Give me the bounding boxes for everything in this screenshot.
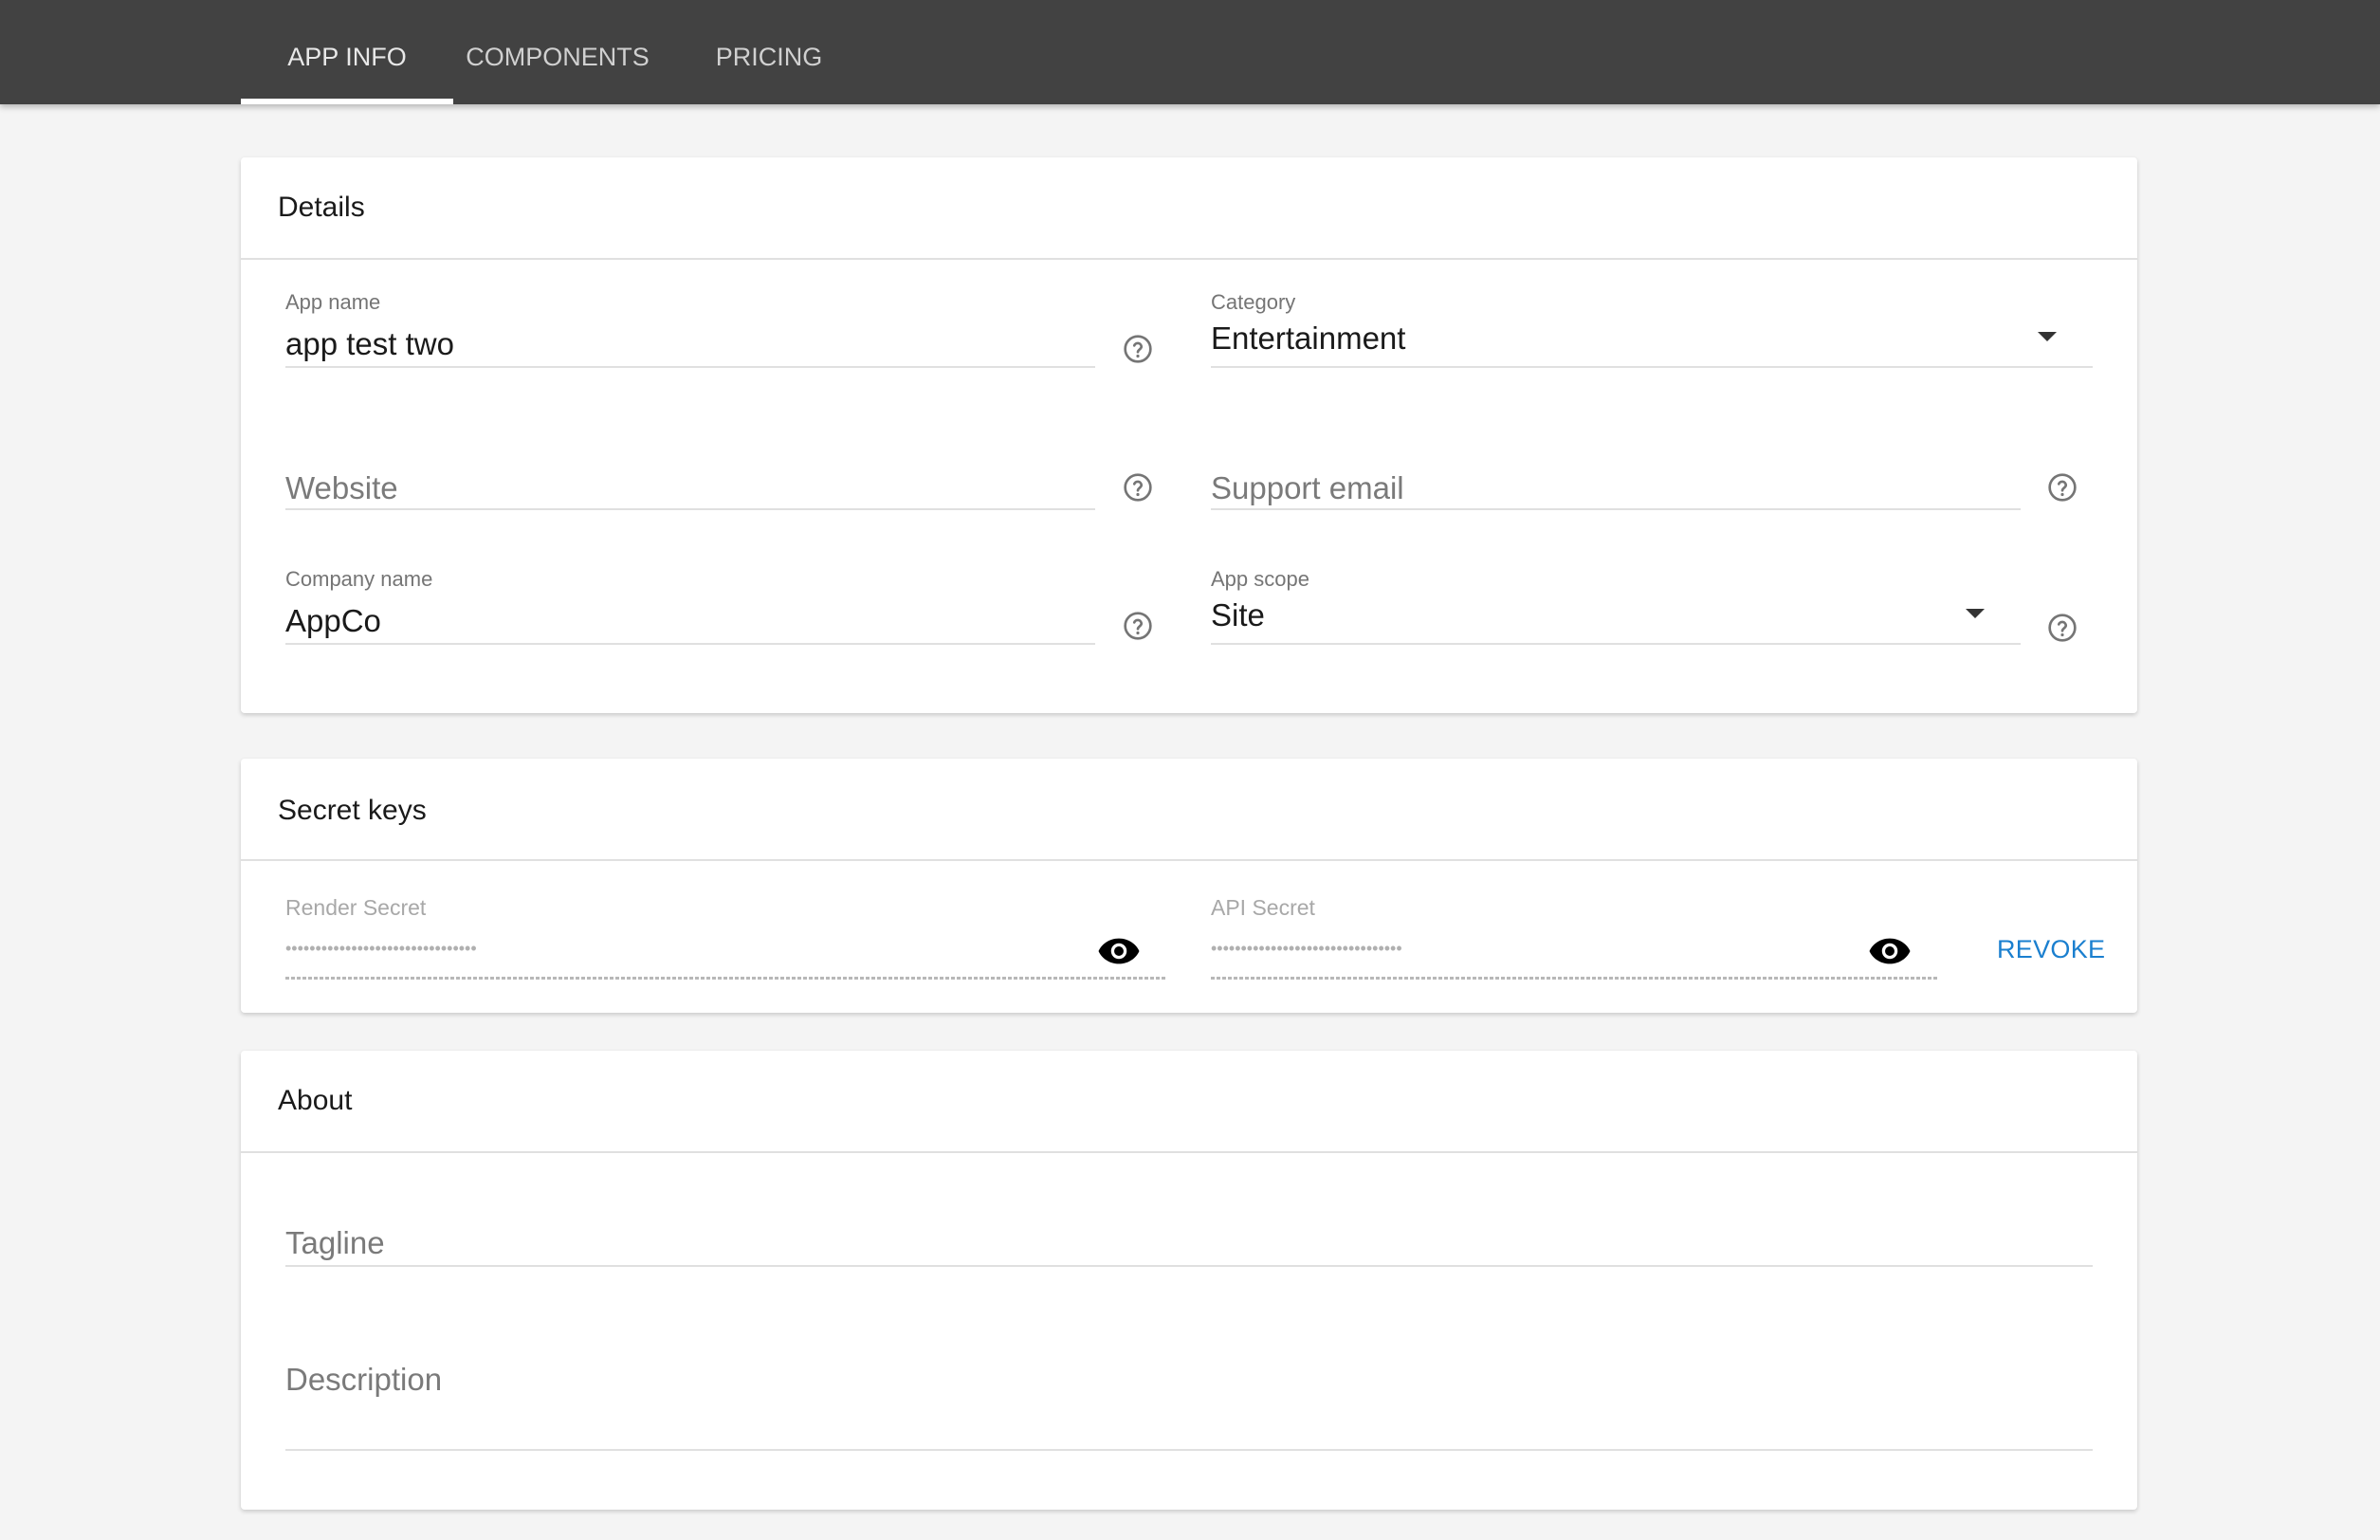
tagline-input[interactable]: Tagline bbox=[285, 1225, 385, 1261]
help-circle-icon[interactable] bbox=[1123, 334, 1153, 364]
company-name-underline bbox=[285, 643, 1095, 645]
tab-app-info[interactable]: APP INFO bbox=[241, 0, 453, 104]
render-secret-underline bbox=[285, 977, 1167, 980]
api-secret-label: API Secret bbox=[1211, 895, 1315, 920]
card-divider bbox=[241, 1151, 2137, 1153]
support-email-input[interactable]: Support email bbox=[1211, 470, 1404, 506]
website-input[interactable]: Website bbox=[285, 470, 398, 506]
app-name-underline bbox=[285, 366, 1095, 368]
app-name-label: App name bbox=[285, 290, 381, 314]
category-value: Entertainment bbox=[1211, 321, 1406, 356]
tagline-field[interactable]: Tagline bbox=[285, 1225, 2093, 1282]
tab-components[interactable]: COMPONENTS bbox=[453, 0, 662, 104]
app-name-input[interactable]: app test two bbox=[285, 326, 454, 362]
website-field[interactable]: Website bbox=[285, 470, 1095, 518]
description-textarea[interactable]: Description bbox=[285, 1362, 442, 1398]
details-card: Details App name app test two Category E… bbox=[241, 157, 2137, 713]
description-field[interactable]: Description bbox=[285, 1362, 2093, 1466]
app-scope-select[interactable]: App scope Site bbox=[1211, 567, 2021, 652]
app-scope-label: App scope bbox=[1211, 567, 1309, 591]
app-scope-value: Site bbox=[1211, 597, 1265, 632]
details-card-title: Details bbox=[278, 192, 365, 223]
top-navigation-bar: APP INFO COMPONENTS PRICING bbox=[0, 0, 2380, 104]
render-secret-label: Render Secret bbox=[285, 895, 427, 920]
description-underline bbox=[285, 1449, 2093, 1451]
tab-components-label: COMPONENTS bbox=[466, 43, 650, 71]
secret-keys-card-title: Secret keys bbox=[278, 795, 427, 826]
caret-down-icon[interactable] bbox=[1966, 609, 1985, 618]
api-secret-input[interactable]: •••••••••••••••••••••••••••••••• bbox=[1211, 939, 1402, 959]
secret-keys-card: Secret keys Render Secret ••••••••••••••… bbox=[241, 759, 2137, 1013]
app-name-field[interactable]: App name app test two bbox=[285, 290, 1095, 376]
help-circle-icon[interactable] bbox=[2047, 613, 2078, 643]
render-secret-input[interactable]: •••••••••••••••••••••••••••••••• bbox=[285, 939, 477, 959]
company-name-input[interactable]: AppCo bbox=[285, 603, 381, 639]
render-secret-field[interactable]: Render Secret ••••••••••••••••••••••••••… bbox=[285, 895, 1167, 986]
support-email-underline bbox=[1211, 508, 2021, 510]
category-select[interactable]: Category Entertainment bbox=[1211, 290, 2093, 376]
active-tab-indicator bbox=[241, 99, 453, 104]
api-secret-underline bbox=[1211, 977, 1937, 980]
company-name-field[interactable]: Company name AppCo bbox=[285, 567, 1095, 652]
about-card-title: About bbox=[278, 1085, 353, 1116]
company-name-label: Company name bbox=[285, 567, 433, 591]
tab-pricing-label: PRICING bbox=[715, 43, 823, 71]
website-underline bbox=[285, 508, 1095, 510]
card-divider bbox=[241, 859, 2137, 861]
app-scope-underline bbox=[1211, 643, 2021, 645]
category-label: Category bbox=[1211, 290, 1296, 314]
eye-icon[interactable] bbox=[1868, 936, 1912, 966]
help-circle-icon[interactable] bbox=[1123, 472, 1153, 503]
revoke-button[interactable]: REVOKE bbox=[1997, 935, 2105, 964]
support-email-field[interactable]: Support email bbox=[1211, 470, 2021, 518]
category-underline bbox=[1211, 366, 2093, 368]
card-divider bbox=[241, 258, 2137, 260]
tab-app-info-label: APP INFO bbox=[287, 43, 407, 71]
help-circle-icon[interactable] bbox=[1123, 611, 1153, 641]
about-card: About Tagline Description bbox=[241, 1051, 2137, 1510]
help-circle-icon[interactable] bbox=[2047, 472, 2078, 503]
api-secret-field[interactable]: API Secret •••••••••••••••••••••••••••••… bbox=[1211, 895, 1937, 986]
eye-icon[interactable] bbox=[1097, 936, 1141, 966]
tab-pricing[interactable]: PRICING bbox=[700, 0, 838, 104]
caret-down-icon[interactable] bbox=[2038, 332, 2057, 341]
tagline-underline bbox=[285, 1265, 2093, 1267]
